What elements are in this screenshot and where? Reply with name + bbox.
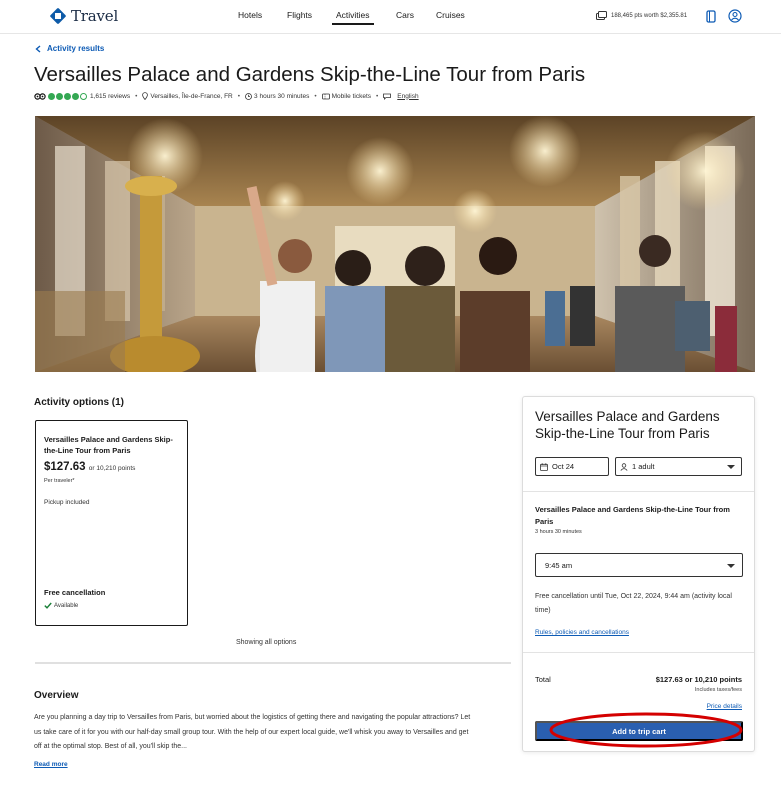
rating-dot — [56, 92, 63, 100]
rules-policies-link[interactable]: Rules, policies and cancellations — [535, 629, 629, 636]
points-label: 188,465 pts worth $2,355.81 — [611, 12, 688, 19]
option-per-traveler: Per traveler* — [44, 478, 75, 484]
tripadvisor-icon — [34, 93, 46, 100]
taxes-note: Includes taxes/fees — [694, 687, 742, 693]
option-title: Versailles Palace and Gardens Skip-the-L… — [44, 435, 173, 455]
option-available-label: Available — [54, 602, 79, 609]
wallet-button[interactable] — [703, 8, 719, 24]
travelers-value: 1 adult — [632, 462, 655, 471]
time-select[interactable]: 9:45 am — [535, 553, 743, 577]
nav-link-flights[interactable]: Flights — [287, 10, 312, 20]
person-icon — [620, 462, 628, 471]
travelers-select[interactable]: 1 adult — [615, 457, 742, 476]
nav-link-cruises[interactable]: Cruises — [436, 10, 465, 20]
cancellation-policy-text: Free cancellation until Tue, Oct 22, 202… — [535, 593, 732, 614]
chevron-down-icon — [727, 465, 735, 469]
time-value: 9:45 am — [545, 560, 573, 570]
language-item: English — [383, 93, 419, 100]
section-divider — [35, 662, 511, 664]
calendar-icon — [540, 462, 548, 471]
booking-duration: 3 hours 30 minutes — [535, 529, 582, 535]
showing-all-options: Showing all options — [236, 639, 297, 646]
meta-separator: • — [135, 92, 138, 100]
hero-image — [35, 116, 755, 372]
rating-dots — [48, 92, 87, 100]
location-pin-icon — [142, 92, 149, 100]
back-to-results-link[interactable]: Activity results — [35, 44, 104, 53]
read-more-link[interactable]: Read more — [34, 761, 68, 768]
ticket-text: Mobile tickets — [331, 92, 371, 100]
points-card-icon — [596, 11, 607, 20]
booking-title: Versailles Palace and Gardens Skip-the-L… — [535, 409, 720, 441]
activity-meta: 1,615 reviews • Versailles, Île-de-Franc… — [34, 92, 419, 100]
chevron-down-icon — [727, 564, 735, 568]
option-pickup: Pickup included — [44, 499, 90, 506]
date-picker[interactable]: Oct 24 — [535, 457, 609, 476]
account-button[interactable] — [727, 8, 743, 24]
chevron-left-icon — [35, 44, 41, 53]
language-text[interactable]: English — [397, 93, 418, 100]
meta-separator: • — [314, 92, 317, 100]
nav-link-activities[interactable]: Activities — [332, 10, 374, 25]
back-link-label: Activity results — [47, 44, 105, 53]
booking-panel: Versailles Palace and Gardens Skip-the-L… — [522, 396, 755, 752]
overview-text: Are you planning a day trip to Versaille… — [34, 714, 471, 750]
option-price-amount: $127.63 — [44, 461, 86, 473]
option-price: $127.63 or 10,210 points — [44, 461, 135, 473]
panel-divider — [523, 652, 754, 653]
option-price-points: or 10,210 points — [88, 465, 136, 472]
checkmark-icon — [44, 602, 52, 609]
page-title: Versailles Palace and Gardens Skip-the-L… — [34, 63, 586, 86]
top-nav: Travel Hotels Flights Activities Cars Cr… — [0, 0, 781, 34]
ticket-item: Mobile tickets — [321, 92, 371, 100]
overview-heading: Overview — [34, 690, 79, 701]
panel-divider — [523, 491, 754, 492]
mobile-ticket-icon — [321, 93, 330, 99]
brand-name: Travel — [71, 7, 119, 25]
rating-dot — [72, 92, 79, 100]
meta-separator: • — [376, 92, 379, 100]
meta-separator: • — [237, 92, 241, 100]
price-details-link[interactable]: Price details — [707, 703, 742, 710]
hall-of-mirrors-photo — [35, 116, 755, 372]
add-to-trip-cart-button[interactable]: Add to trip cart — [535, 721, 743, 741]
nav-link-hotels[interactable]: Hotels — [238, 10, 262, 20]
logo-icon — [49, 7, 67, 25]
account-icon — [728, 9, 742, 23]
total-label: Total — [535, 675, 551, 684]
clock-icon — [245, 92, 252, 100]
points-balance[interactable]: 188,465 pts worth $2,355.81 — [596, 11, 687, 20]
language-icon — [383, 93, 392, 100]
booking-option-title: Versailles Palace and Gardens Skip-the-L… — [535, 505, 730, 526]
rating-dot — [64, 92, 71, 100]
date-value: Oct 24 — [552, 462, 575, 471]
review-count[interactable]: 1,615 reviews — [90, 93, 130, 100]
rating-dot — [48, 92, 55, 100]
activity-option-card[interactable]: Versailles Palace and Gardens Skip-the-L… — [35, 420, 188, 626]
duration-text: 3 hours 30 minutes — [254, 92, 310, 100]
wallet-icon — [706, 9, 716, 23]
activity-options-heading: Activity options (1) — [34, 397, 125, 408]
rating-dot — [80, 92, 87, 100]
location-text: Versailles, Île-de-France, FR — [150, 92, 233, 100]
location-item: Versailles, Île-de-France, FR — [142, 92, 233, 100]
option-free-cancellation: Free cancellation — [44, 588, 106, 597]
duration-item: 3 hours 30 minutes — [245, 93, 309, 100]
nav-link-cars[interactable]: Cars — [396, 10, 414, 20]
option-availability: Available — [44, 602, 78, 609]
brand-logo[interactable]: Travel — [49, 7, 119, 25]
total-value: $127.63 or 10,210 points — [655, 675, 742, 684]
